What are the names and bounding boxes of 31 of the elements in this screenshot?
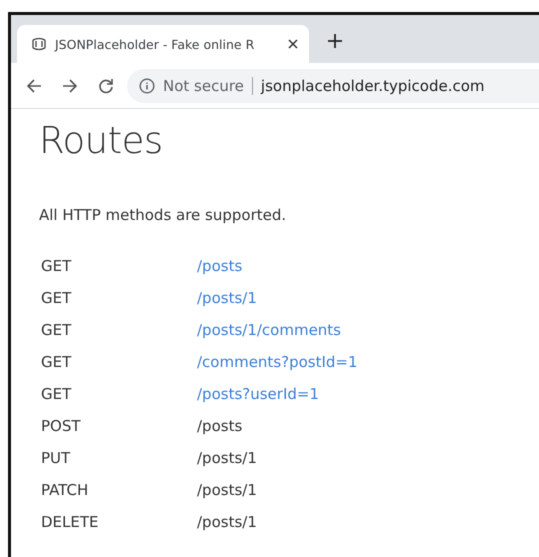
route-path: /posts/1 — [197, 448, 257, 469]
method-label: PUT — [40, 448, 70, 469]
forward-arrow-icon — [62, 78, 78, 94]
method-label: DELETE — [40, 512, 99, 533]
route-link[interactable]: /posts/1 — [197, 286, 257, 310]
route-link[interactable]: /posts/1/comments — [197, 318, 341, 342]
route-path: /posts — [197, 416, 242, 437]
plus-icon — [328, 34, 342, 48]
close-icon[interactable] — [287, 38, 299, 50]
reload-icon — [98, 78, 114, 94]
method-label: GET — [40, 320, 72, 341]
route-link[interactable]: /comments?postId=1 — [197, 350, 358, 374]
address-bar[interactable]: Not secure jsonplaceholder.typicode.com — [127, 68, 539, 102]
method-label: GET — [40, 288, 72, 309]
back-arrow-icon — [26, 78, 42, 94]
site-favicon-icon — [31, 37, 47, 51]
route-link[interactable]: /posts?userId=1 — [197, 382, 319, 406]
url-text: jsonplaceholder.typicode.com — [260, 76, 485, 94]
security-label: Not secure — [163, 76, 244, 94]
intro-text: All HTTP methods are supported. — [39, 206, 286, 224]
method-label: GET — [40, 384, 72, 405]
info-icon — [139, 78, 155, 94]
method-label: GET — [40, 256, 72, 277]
route-path: /posts/1 — [197, 512, 257, 533]
method-label: POST — [40, 416, 81, 437]
route-link[interactable]: /posts — [197, 254, 242, 278]
method-label: GET — [40, 352, 72, 373]
route-path: /posts/1 — [197, 480, 257, 501]
browser-tab[interactable]: JSONPlaceholder - Fake online R — [17, 25, 309, 63]
page-heading: Routes — [39, 119, 163, 162]
method-label: PATCH — [40, 480, 88, 501]
